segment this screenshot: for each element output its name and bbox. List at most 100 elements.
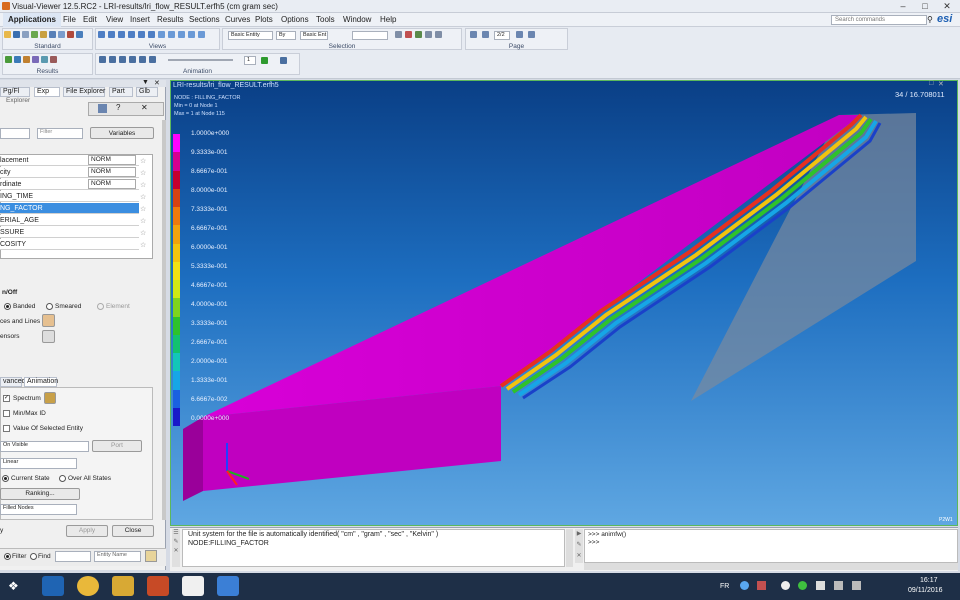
frame-number-input[interactable]: 1 xyxy=(244,56,256,65)
first-frame-icon[interactable] xyxy=(99,56,106,63)
menu-view[interactable]: View xyxy=(106,15,123,24)
value-selected-checkbox[interactable] xyxy=(3,425,10,432)
tab-animation[interactable]: Animation xyxy=(24,377,58,387)
scope-combo[interactable] xyxy=(0,128,30,139)
selection-input[interactable] xyxy=(352,31,388,40)
view-left-icon[interactable] xyxy=(138,31,145,38)
spectrum-checkbox[interactable]: ✓ xyxy=(3,395,10,402)
over-all-states-radio[interactable] xyxy=(59,475,66,482)
mode-combo[interactable]: NORM xyxy=(88,179,136,189)
console-scrollbar[interactable] xyxy=(566,529,573,567)
panel-close-icon[interactable]: ✕ xyxy=(154,79,160,87)
view-right-icon[interactable] xyxy=(148,31,155,38)
list-item-selected[interactable]: NG_FACTOR xyxy=(0,203,139,214)
menu-edit[interactable]: Edit xyxy=(83,15,97,24)
pin-icon[interactable] xyxy=(98,104,107,113)
banded-radio[interactable] xyxy=(4,303,11,310)
redo-icon[interactable] xyxy=(76,31,83,38)
tray-icon[interactable] xyxy=(816,581,825,590)
rotate-icon[interactable] xyxy=(188,31,195,38)
pan-icon[interactable] xyxy=(198,31,205,38)
iso-surface-icon[interactable] xyxy=(32,56,39,63)
tab-part[interactable]: Part xyxy=(109,87,133,97)
save-icon[interactable] xyxy=(13,31,20,38)
minimize-button[interactable]: – xyxy=(892,0,914,12)
powerpoint-icon[interactable] xyxy=(147,576,169,596)
box-select-icon[interactable] xyxy=(425,31,432,38)
find-go-icon[interactable] xyxy=(145,550,157,562)
apply-button[interactable]: Apply xyxy=(66,525,108,537)
page-add-icon[interactable] xyxy=(528,31,535,38)
find-input[interactable] xyxy=(55,551,91,562)
select-all-icon[interactable] xyxy=(415,31,422,38)
contour-icon[interactable] xyxy=(5,56,12,63)
help-icon[interactable]: ? xyxy=(116,103,120,112)
list-item[interactable]: SSURE xyxy=(0,227,139,238)
chrome-icon[interactable] xyxy=(77,576,99,596)
tray-icon[interactable] xyxy=(740,581,749,590)
search-icon[interactable]: ⚲ xyxy=(927,15,935,25)
minmax-checkbox[interactable] xyxy=(3,410,10,417)
list-item[interactable]: ING_TIME xyxy=(0,191,139,202)
print-icon[interactable] xyxy=(22,31,29,38)
close-window-button[interactable]: ✕ xyxy=(936,0,958,12)
close-float-icon[interactable]: ✕ xyxy=(141,103,148,112)
deselect-icon[interactable] xyxy=(405,31,412,38)
faces-lines-color-button[interactable] xyxy=(42,314,55,327)
3d-viewport[interactable] xyxy=(170,80,958,526)
clock-date[interactable]: 09/11/2016 xyxy=(908,587,943,594)
streamline-icon[interactable] xyxy=(41,56,48,63)
animation-slider[interactable] xyxy=(168,59,233,61)
polygon-select-icon[interactable] xyxy=(435,31,442,38)
viewport-maximize-icon[interactable]: □ xyxy=(929,80,933,87)
list-item[interactable]: COSITY xyxy=(0,239,139,250)
tab-glb[interactable]: Glb xyxy=(136,87,158,97)
by-combo[interactable]: By xyxy=(276,31,296,40)
page-number-combo[interactable]: 2/2 xyxy=(494,31,510,40)
filled-nodes-combo[interactable]: Filled Nodes xyxy=(0,504,77,515)
import-icon[interactable] xyxy=(31,31,38,38)
spectrum-settings-button[interactable] xyxy=(44,392,56,404)
menu-curves[interactable]: Curves xyxy=(225,15,250,24)
mode-combo[interactable]: NORM xyxy=(88,167,136,177)
prev-frame-icon[interactable] xyxy=(109,56,116,63)
volume-icon[interactable] xyxy=(852,581,861,590)
play-back-icon[interactable] xyxy=(119,56,126,63)
find-radio[interactable] xyxy=(30,553,37,560)
tray-icon[interactable] xyxy=(781,581,790,590)
search-commands-input[interactable]: Search commands xyxy=(831,15,927,25)
element-radio[interactable] xyxy=(97,303,104,310)
fit-icon[interactable] xyxy=(168,31,175,38)
tab-exp[interactable]: Exp xyxy=(34,87,60,97)
menu-file[interactable]: File xyxy=(63,15,76,24)
menu-options[interactable]: Options xyxy=(281,15,309,24)
tray-icon[interactable] xyxy=(757,581,766,590)
ranking-button[interactable]: Ranking... xyxy=(0,488,80,500)
undo-icon[interactable] xyxy=(67,31,74,38)
language-indicator[interactable]: FR xyxy=(720,583,729,590)
view-top-icon[interactable] xyxy=(118,31,125,38)
view-front-icon[interactable] xyxy=(98,31,105,38)
filter-radio[interactable] xyxy=(4,553,11,560)
favorite-stars[interactable]: ☆ ☆ ☆ ☆ ☆ ☆ ☆ ☆ xyxy=(140,156,146,252)
panel-scrollbar[interactable] xyxy=(162,120,166,520)
zoom-icon[interactable] xyxy=(178,31,185,38)
page-layout-icon[interactable] xyxy=(470,31,477,38)
python-hscroll[interactable] xyxy=(584,563,958,570)
visual-environment-icon[interactable] xyxy=(217,576,239,596)
file-explorer-icon[interactable] xyxy=(112,576,134,596)
pick-icon[interactable] xyxy=(395,31,402,38)
visual-viewer-icon[interactable] xyxy=(182,576,204,596)
animate-icon[interactable] xyxy=(261,57,268,64)
folder-icon[interactable] xyxy=(40,31,47,38)
page-next-icon[interactable] xyxy=(516,31,523,38)
sensors-button[interactable] xyxy=(42,330,55,343)
close-button[interactable]: Close xyxy=(112,525,154,537)
play-icon[interactable] xyxy=(139,56,146,63)
tab-file-explorer[interactable]: File Explorer xyxy=(63,87,105,97)
list-item[interactable]: ERIAL_AGE xyxy=(0,215,139,226)
viewport-close-icon[interactable]: ✕ xyxy=(938,80,944,88)
probe-icon[interactable] xyxy=(50,56,57,63)
python-console[interactable]: >>> animfw() >>> xyxy=(584,529,958,563)
maximize-button[interactable]: □ xyxy=(914,0,936,12)
